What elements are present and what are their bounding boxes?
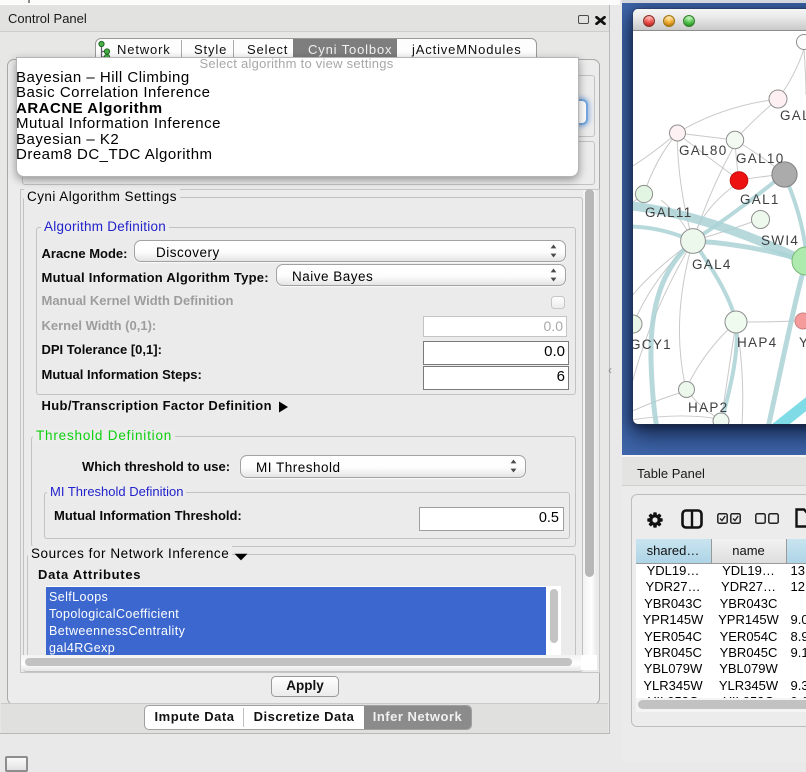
svg-text:GAL11: GAL11 xyxy=(645,205,693,220)
svg-text:YM: YM xyxy=(799,335,806,350)
svg-text:SWI4: SWI4 xyxy=(761,233,799,248)
svg-text:GCY1: GCY1 xyxy=(633,337,672,352)
svg-text:GAL80: GAL80 xyxy=(679,143,728,158)
svg-text:GAL10: GAL10 xyxy=(736,151,785,166)
svg-text:HAP4: HAP4 xyxy=(737,335,777,350)
svg-text:HAP2: HAP2 xyxy=(688,400,728,415)
svg-text:GAL4: GAL4 xyxy=(692,257,732,272)
svg-text:GAL2: GAL2 xyxy=(780,108,806,123)
svg-text:GAL1: GAL1 xyxy=(740,192,780,207)
